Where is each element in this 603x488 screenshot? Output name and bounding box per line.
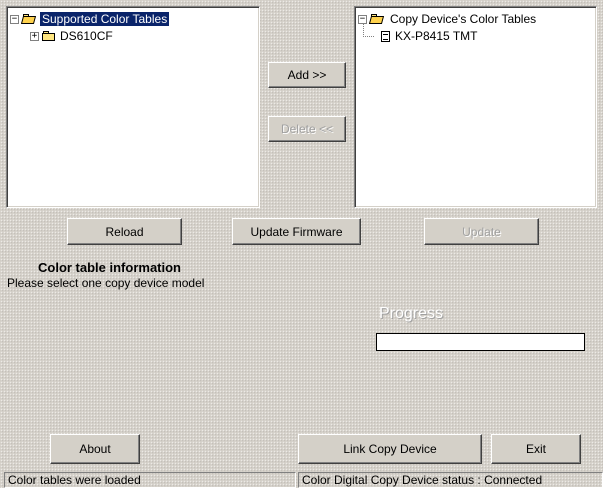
- open-folder-icon: [20, 14, 37, 24]
- link-copy-device-button-label: Link Copy Device: [343, 442, 437, 456]
- tree-node-kx-p8415-tmt[interactable]: KX-P8415 TMT: [381, 28, 477, 44]
- tree-node-label: DS610CF: [60, 29, 113, 43]
- add-button-label: Add >>: [287, 68, 327, 82]
- about-button[interactable]: About: [50, 434, 140, 464]
- delete-button-label: Delete <<: [280, 122, 334, 136]
- status-bar-left: Color tables were loaded: [4, 472, 296, 488]
- folder-icon: [42, 31, 56, 41]
- add-button[interactable]: Add >>: [268, 62, 346, 88]
- tree-node-label: Supported Color Tables: [40, 12, 170, 26]
- status-text-left: Color tables were loaded: [8, 473, 141, 487]
- delete-button[interactable]: Delete <<: [268, 116, 346, 142]
- tree-connector-line: [363, 23, 374, 37]
- update-button-label: Update: [462, 224, 501, 239]
- document-icon: [381, 30, 390, 42]
- tree-node-label: Copy Device's Color Tables: [390, 12, 537, 26]
- update-button[interactable]: Update: [424, 218, 539, 245]
- status-bar-right: Color Digital Copy Device status : Conne…: [298, 472, 603, 488]
- expand-icon[interactable]: +: [30, 31, 39, 41]
- progress-label: Progress: [379, 305, 444, 322]
- reload-button-label: Reload: [105, 224, 144, 239]
- info-message: Please select one copy device model: [7, 276, 205, 290]
- about-button-label: About: [79, 442, 111, 456]
- tree-node-label: KX-P8415 TMT: [395, 29, 478, 43]
- copy-device-color-tables-tree[interactable]: − Copy Device's Color Tables KX-P8415 TM…: [354, 6, 597, 208]
- exit-button-label: Exit: [525, 442, 546, 456]
- update-firmware-button-label: Update Firmware: [250, 224, 343, 239]
- progress-bar: [376, 333, 585, 351]
- tree-node-supported-color-tables[interactable]: − Supported Color Tables: [10, 11, 170, 27]
- link-copy-device-button[interactable]: Link Copy Device: [298, 434, 482, 464]
- exit-button[interactable]: Exit: [491, 434, 581, 464]
- reload-button[interactable]: Reload: [67, 218, 182, 245]
- supported-color-tables-tree[interactable]: − Supported Color Tables + DS610CF: [6, 6, 260, 208]
- info-heading: Color table information: [38, 260, 181, 275]
- status-text-right: Color Digital Copy Device status : Conne…: [302, 473, 543, 487]
- update-firmware-button[interactable]: Update Firmware: [232, 218, 361, 245]
- collapse-icon[interactable]: −: [10, 14, 19, 24]
- tree-node-copy-device-color-tables[interactable]: − Copy Device's Color Tables: [358, 11, 536, 27]
- tree-node-ds610cf[interactable]: + DS610CF: [30, 28, 113, 44]
